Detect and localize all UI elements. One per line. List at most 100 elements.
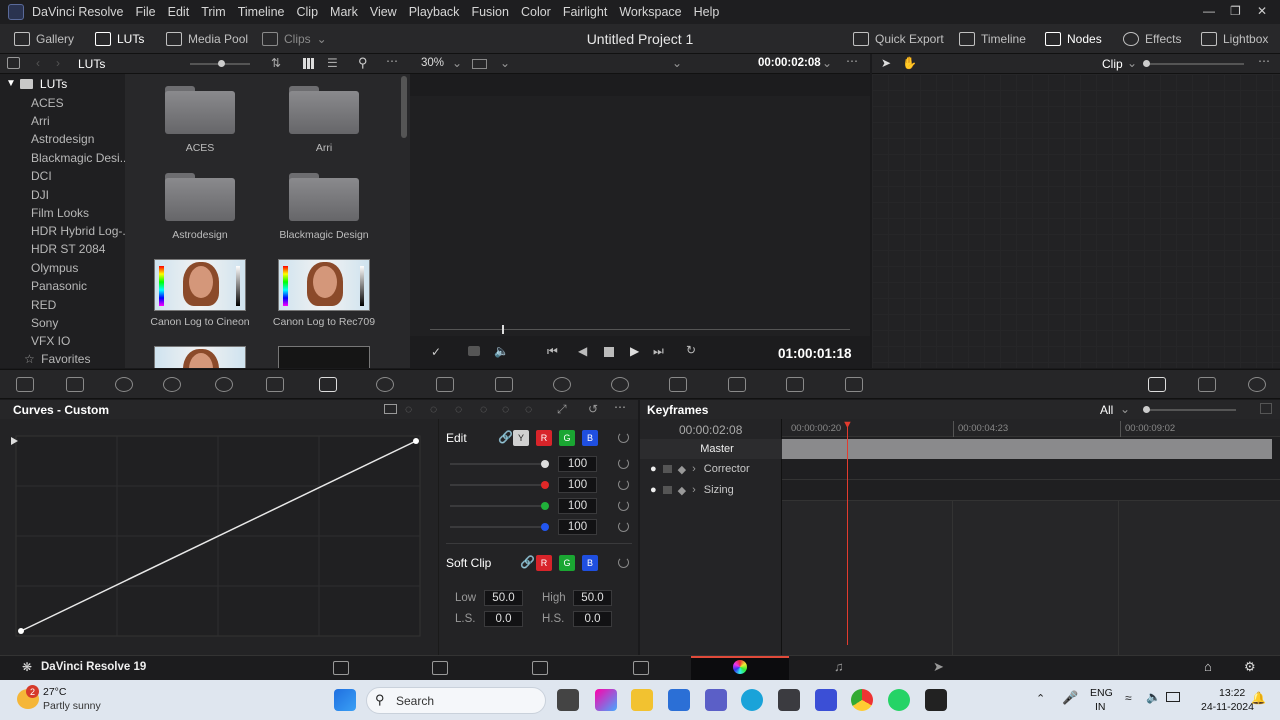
clips-button[interactable]: Clips ⌄	[262, 24, 327, 54]
hue-vs-hue-icon[interactable]: ◌	[405, 402, 412, 416]
tree-item-astrodesign[interactable]: Astrodesign	[31, 132, 94, 146]
high-value[interactable]: 50.0	[573, 590, 612, 606]
lut-thumb-canon-cineon[interactable]	[154, 259, 246, 311]
viewer-mode-icon[interactable]	[472, 59, 487, 69]
tree-item-sony[interactable]: Sony	[31, 316, 58, 330]
taskbar-search[interactable]: ⚲ Search	[366, 687, 546, 714]
softclip-b-chip[interactable]: B	[582, 555, 598, 571]
tree-item-dji[interactable]: DJI	[31, 188, 49, 202]
loop-icon[interactable]: ↻	[686, 343, 696, 357]
copilot-icon[interactable]	[595, 689, 617, 711]
expand-icon[interactable]: ⤢	[557, 402, 567, 417]
window-icon[interactable]	[495, 377, 513, 392]
sizing-icon[interactable]	[786, 377, 804, 392]
link-icon[interactable]: 🔗	[520, 555, 535, 569]
channel-r-chip[interactable]: R	[536, 430, 552, 446]
link-icon[interactable]: 🔗	[498, 430, 513, 444]
node-mode[interactable]: Clip	[1102, 57, 1123, 71]
effects-button[interactable]: Effects	[1123, 24, 1181, 54]
reset-icon[interactable]	[618, 521, 629, 532]
color-page-icon[interactable]	[733, 660, 747, 674]
tree-item-arri[interactable]: Arri	[31, 114, 50, 128]
playhead-marker-icon[interactable]: ▼	[842, 419, 853, 431]
forward-icon[interactable]: ›	[56, 56, 60, 70]
diamond-icon[interactable]: ◆	[678, 484, 686, 497]
tree-item-red[interactable]: RED	[31, 298, 56, 312]
lut-folder-arri[interactable]	[289, 86, 359, 134]
luts-button[interactable]: LUTs	[95, 24, 144, 54]
scrubber-playhead[interactable]	[502, 325, 504, 334]
ls-value[interactable]: 0.0	[484, 611, 523, 627]
keyframe-row-master[interactable]: Master	[640, 439, 782, 459]
thumb-size-knob[interactable]	[218, 60, 225, 67]
chevron-right-icon[interactable]: ›	[692, 463, 696, 475]
skip-first-icon[interactable]: ⏮	[547, 344, 558, 359]
lut-thumb-canon-rec709[interactable]	[278, 259, 370, 311]
menu-help[interactable]: Help	[688, 5, 726, 19]
viewer-screen[interactable]	[410, 96, 870, 336]
stop-icon[interactable]	[604, 347, 614, 357]
list-view-icon[interactable]: ☰	[327, 56, 338, 70]
tree-item-favorites[interactable]: ☆ Favorites	[24, 352, 90, 366]
home-icon[interactable]: ⌂	[1204, 659, 1212, 674]
chevron-down-icon[interactable]: ⌄	[1127, 56, 1137, 70]
slider-y[interactable]	[450, 463, 545, 465]
chrome-icon[interactable]	[851, 689, 873, 711]
reset-icon[interactable]	[618, 557, 629, 568]
notification-bell-icon[interactable]: 🔔	[1251, 691, 1266, 705]
reset-icon[interactable]: ↺	[588, 402, 598, 416]
channel-b-chip[interactable]: B	[582, 430, 598, 446]
magic-mask-icon[interactable]	[611, 377, 629, 392]
grid-view-icon[interactable]	[303, 58, 315, 69]
speaker-icon[interactable]: 🔈	[1146, 690, 1161, 704]
curve-mode-icon[interactable]	[384, 404, 397, 414]
slider-b[interactable]	[450, 526, 545, 528]
teams-icon[interactable]	[705, 689, 727, 711]
chevron-right-icon[interactable]: ›	[692, 484, 696, 496]
lut-thumb[interactable]	[154, 346, 246, 368]
tracker-icon[interactable]	[553, 377, 571, 392]
tree-item-hdr-st2084[interactable]: HDR ST 2084	[31, 242, 105, 256]
scopes-icon[interactable]	[1198, 377, 1216, 392]
chevron-down-icon[interactable]: ⌄	[672, 56, 682, 70]
clock-date[interactable]: 24-11-2024	[1201, 701, 1254, 713]
deliver-page-icon[interactable]: ➤	[933, 659, 944, 675]
channel-y-chip[interactable]: Y	[513, 430, 529, 446]
hue-vs-sat-icon[interactable]: ◌	[430, 402, 437, 416]
fusion-page-icon[interactable]	[633, 661, 649, 675]
low-value[interactable]: 50.0	[484, 590, 523, 606]
layer-icon[interactable]	[468, 346, 480, 356]
slider-r[interactable]	[450, 484, 545, 486]
keyframe-zoom-slider[interactable]	[1146, 409, 1236, 411]
hs-value[interactable]: 0.0	[573, 611, 612, 627]
keyframe-zoom-knob[interactable]	[1143, 406, 1150, 413]
menu-file[interactable]: File	[129, 5, 161, 19]
slider-r-knob[interactable]	[541, 481, 549, 489]
skip-last-icon[interactable]: ⏭	[653, 344, 664, 359]
color-wheels-icon[interactable]	[115, 377, 133, 392]
lut-thumb[interactable]	[278, 346, 370, 368]
back-icon[interactable]: ‹	[36, 56, 40, 70]
reset-icon[interactable]	[618, 479, 629, 490]
motion-effects-icon[interactable]	[266, 377, 284, 392]
battery-icon[interactable]	[1166, 692, 1180, 702]
media-pool-button[interactable]: Media Pool	[166, 24, 248, 54]
hand-icon[interactable]: ✋	[902, 56, 917, 70]
info-icon[interactable]	[1248, 377, 1266, 392]
tree-item-blackmagic[interactable]: Blackmagic Desi...	[31, 151, 130, 165]
more-options-icon[interactable]: ⋯	[1258, 54, 1270, 68]
menu-fairlight[interactable]: Fairlight	[557, 5, 613, 19]
diamond-icon[interactable]: ◆	[678, 463, 686, 476]
wifi-icon[interactable]: ≈	[1125, 691, 1132, 705]
task-view-icon[interactable]	[557, 689, 579, 711]
slider-g-knob[interactable]	[541, 502, 549, 510]
chevron-up-icon[interactable]: ⌃	[1036, 692, 1045, 705]
slider-y-knob[interactable]	[541, 460, 549, 468]
menu-clip[interactable]: Clip	[291, 5, 325, 19]
clock-time[interactable]: 13:22	[1219, 687, 1245, 699]
sat-vs-lum-icon[interactable]: ◌	[525, 402, 532, 416]
slider-b-knob[interactable]	[541, 523, 549, 531]
tree-item-film-looks[interactable]: Film Looks	[31, 206, 89, 220]
chevron-down-icon[interactable]: ⌄	[1120, 402, 1130, 416]
lum-vs-sat-icon[interactable]: ◌	[480, 402, 487, 416]
